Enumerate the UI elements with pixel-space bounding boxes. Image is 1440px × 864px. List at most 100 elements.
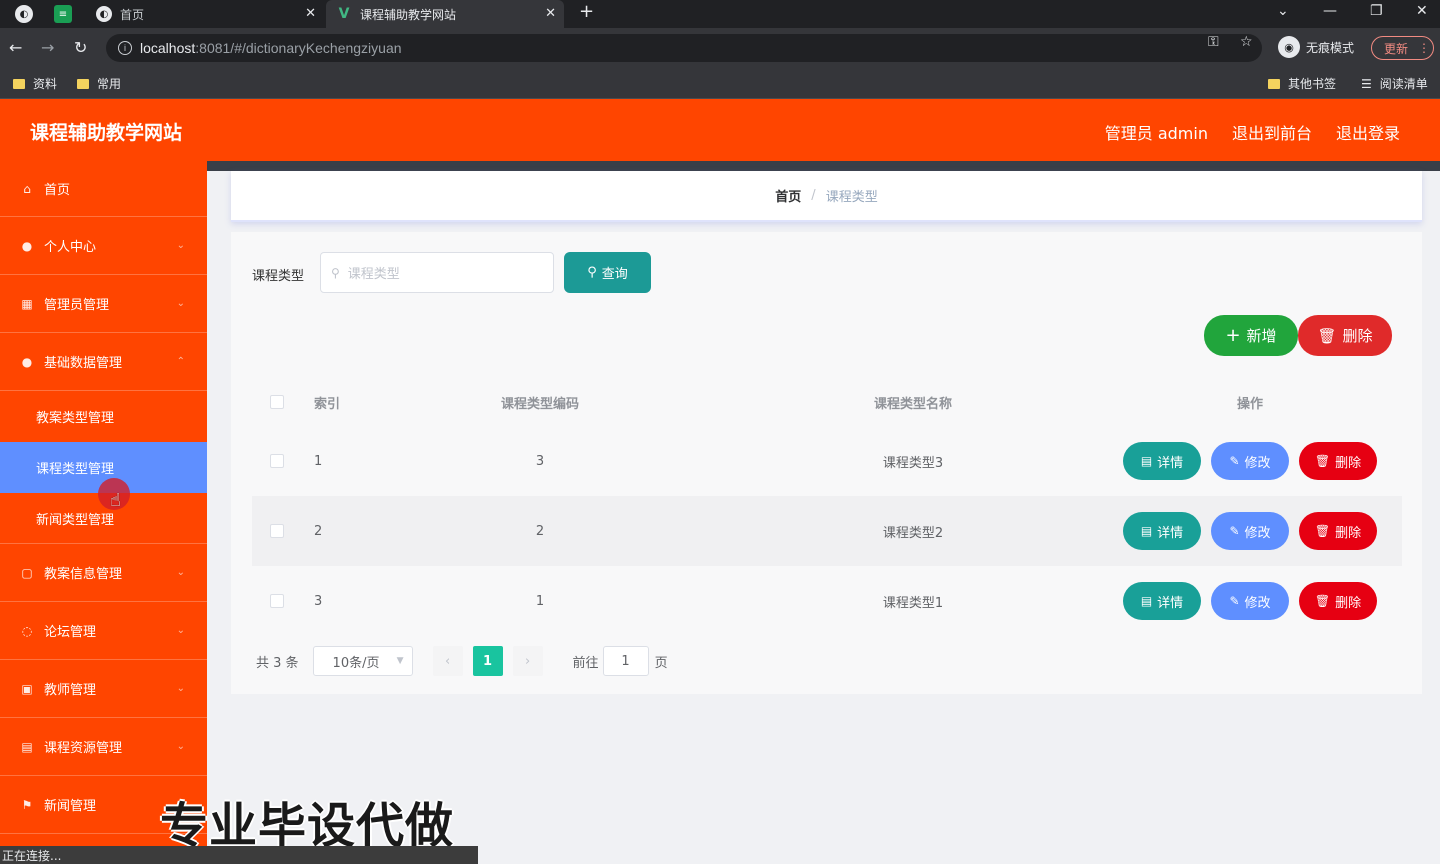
close-tab-icon[interactable]: ✕ [545,6,556,21]
edit-label: 修改 [1244,455,1271,471]
tab-search-icon[interactable]: ⌄ [1277,3,1289,19]
restore-icon[interactable]: ❐ [1370,3,1383,19]
submenu-item-lesson-plan-type[interactable]: 教案类型管理 [0,391,207,442]
logout-link[interactable]: 退出登录 [1336,120,1400,144]
url-path: :8081/#/dictionaryKechengziyuan [195,40,402,56]
info-icon[interactable]: i [118,41,132,55]
trash-icon: 🗑 [1317,326,1337,345]
tab-home[interactable]: ◐ 首页 ✕ [86,0,324,28]
delete-button[interactable]: 🗑 删除 [1299,442,1377,480]
page-size-select[interactable]: 10条/页 ▼ [312,646,413,676]
browser-tabstrip: ◐ ≡ ◐ 首页 ✕ V 课程辅助教学网站 ✕ + ⌄ — ❐ ✕ [0,0,1440,28]
sidebar-item-admin[interactable]: ▦ 管理员管理 ⌄ [0,275,207,333]
pagination: 共 3 条 10条/页 ▼ ‹ 1 › 前往 1 页 [256,646,668,676]
bookmark-item[interactable]: 资料 [13,75,57,92]
bookmark-label: 其他书签 [1288,77,1337,91]
browser-menu-icon[interactable]: ◐ [15,5,33,23]
incognito-icon: ◉ [1278,36,1300,58]
pinned-tab-icon[interactable]: ≡ [54,5,72,23]
detail-button[interactable]: ▤ 详情 [1123,582,1201,620]
cell-name: 课程类型1 [882,595,944,611]
query-button[interactable]: ⚲ 查询 [564,252,651,293]
status-bar: 正在连接... [0,846,478,864]
detail-button[interactable]: ▤ 详情 [1123,442,1201,480]
home-icon: ⌂ [23,181,31,196]
edit-button[interactable]: ✎ 修改 [1211,582,1289,620]
search-label: 课程类型 [252,269,305,284]
cell-name: 课程类型2 [882,525,944,541]
back-icon[interactable]: ← [9,38,22,57]
delete-label: 删除 [1335,455,1362,471]
bookmark-item[interactable]: 常用 [77,75,121,92]
page-number[interactable]: 1 [472,646,503,676]
pencil-icon: ✎ [1229,454,1240,468]
search-placeholder: 课程类型 [347,267,400,282]
table-row: 3 1 课程类型1 ▤ 详情 ✎ 修改 🗑 删除 [252,566,1402,636]
document-icon: ▢ [21,565,33,580]
goto-label: 前往 [572,655,599,671]
edit-label: 修改 [1244,595,1271,611]
cell-code: 1 [535,593,545,609]
select-all-checkbox[interactable] [270,395,284,409]
row-checkbox[interactable] [270,524,284,538]
sidebar-item-home[interactable]: ⌂ 首页 [0,161,207,217]
sidebar-item-teacher[interactable]: ▣ 教师管理 ⌄ [0,660,207,718]
detail-button[interactable]: ▤ 详情 [1123,512,1201,550]
column-header: 课程类型名称 [873,396,952,412]
user-label: 管理员 admin [1104,124,1208,143]
folder-icon [13,78,25,89]
reload-icon[interactable]: ↻ [74,38,87,57]
search-input[interactable]: ⚲ 课程类型 [320,252,554,293]
chevron-up-icon: ⌃ [176,356,185,367]
document-icon: ▤ [1140,594,1153,608]
sidebar-item-lesson-plan[interactable]: ▢ 教案信息管理 ⌄ [0,544,207,602]
cell-index: 2 [314,523,323,539]
breadcrumb-separator: / [811,188,816,203]
key-icon[interactable]: ⚿ [1208,34,1219,50]
address-bar[interactable]: i localhost:8081/#/dictionaryKechengziyu… [106,34,1262,62]
sidebar-item-profile[interactable]: ● 个人中心 ⌄ [0,217,207,275]
other-bookmarks[interactable]: 其他书签 [1268,75,1336,92]
sidebar-item-label: 课程资源管理 [44,741,123,756]
close-window-icon[interactable]: ✕ [1416,3,1428,19]
back-to-front-link[interactable]: 退出到前台 [1232,120,1312,144]
table-row: 1 3 课程类型3 ▤ 详情 ✎ 修改 🗑 删除 [252,426,1402,496]
hand-cursor-icon: ☝ [110,490,121,511]
delete-button[interactable]: 🗑 删除 [1299,512,1377,550]
update-button[interactable]: 更新 ⋮ [1371,36,1434,60]
sidebar-item-label: 管理员管理 [44,298,110,313]
edit-button[interactable]: ✎ 修改 [1211,442,1289,480]
header-links: 管理员 admin 退出到前台 退出登录 [1105,120,1400,144]
sidebar-item-course-resource[interactable]: ▤ 课程资源管理 ⌄ [0,718,207,776]
row-checkbox[interactable] [270,454,284,468]
prev-page-button[interactable]: ‹ [432,646,463,676]
bulk-delete-button[interactable]: 🗑 删除 [1298,315,1392,356]
row-checkbox[interactable] [270,594,284,608]
sidebar-item-forum[interactable]: ◌ 论坛管理 ⌄ [0,602,207,660]
tab-active[interactable]: V 课程辅助教学网站 ✕ [326,0,564,28]
delete-button[interactable]: 🗑 删除 [1299,582,1377,620]
reading-list[interactable]: ☰ 阅读清单 [1361,75,1428,92]
cell-code: 2 [535,523,545,539]
forward-icon[interactable]: → [41,38,54,57]
new-tab-icon[interactable]: + [579,1,594,22]
page-suffix: 页 [654,655,668,671]
goto-input[interactable]: 1 [602,646,649,676]
star-icon[interactable]: ☆ [1240,34,1253,50]
app-title: 课程辅助教学网站 [30,122,183,144]
detail-label: 详情 [1157,455,1184,471]
minimize-icon[interactable]: — [1323,3,1337,19]
edit-button[interactable]: ✎ 修改 [1211,512,1289,550]
next-page-button[interactable]: › [512,646,543,676]
breadcrumb: 首页 / 课程类型 [231,171,1422,222]
cell-ops: ▤ 详情 ✎ 修改 🗑 删除 [1123,496,1377,566]
breadcrumb-home[interactable]: 首页 [775,186,801,205]
add-button[interactable]: + 新增 [1204,315,1298,356]
vue-icon: V [338,6,350,22]
table-row: 2 2 课程类型2 ▤ 详情 ✎ 修改 🗑 删除 [252,496,1402,566]
add-button-label: 新增 [1246,327,1277,345]
row-select-cell [270,566,284,636]
incognito-indicator[interactable]: ◉ 无痕模式 [1278,36,1354,58]
close-tab-icon[interactable]: ✕ [305,6,316,21]
sidebar-item-basic-data[interactable]: ● 基础数据管理 ⌃ [0,333,207,391]
